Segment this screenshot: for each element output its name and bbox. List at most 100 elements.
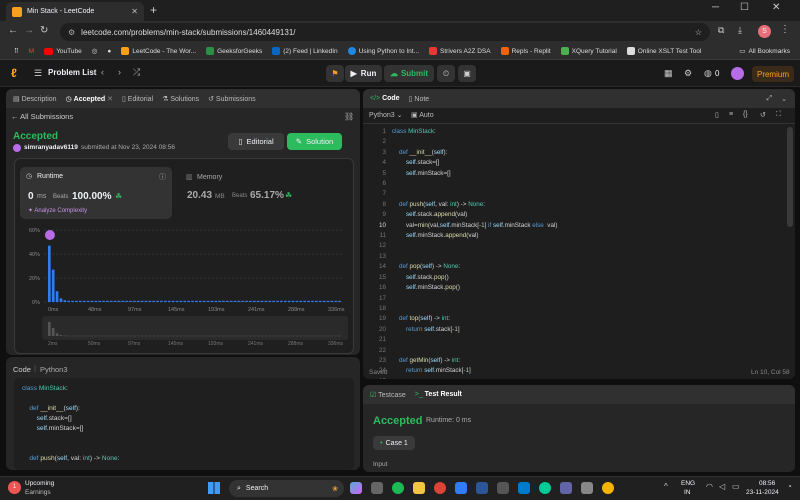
- volume-icon[interactable]: ◁: [719, 482, 725, 491]
- clock-time[interactable]: 08:56: [759, 480, 775, 487]
- panel-more-icon[interactable]: ⌄: [781, 95, 787, 103]
- prev-problem-icon[interactable]: ‹: [101, 67, 104, 77]
- code-line[interactable]: class MinStack:: [392, 127, 557, 137]
- gmail-icon[interactable]: M: [29, 48, 34, 55]
- code-line[interactable]: [392, 304, 557, 314]
- code-line[interactable]: return self.stack[-1]: [392, 325, 557, 335]
- problem-list-link[interactable]: Problem List: [48, 68, 96, 77]
- layout-icon[interactable]: ▦: [664, 68, 673, 79]
- browser-menu-icon[interactable]: ⋮: [780, 24, 790, 35]
- browser-tab[interactable]: Min Stack - LeetCode ✕: [6, 2, 144, 21]
- code-line[interactable]: [392, 189, 557, 199]
- spotify-icon[interactable]: [392, 482, 404, 494]
- close-window-icon[interactable]: ✕: [772, 2, 780, 13]
- problem-list-icon[interactable]: ☰: [34, 68, 42, 79]
- bookmark-linkedin[interactable]: (2) Feed | LinkedIn: [272, 47, 338, 55]
- case-1-button[interactable]: • Case 1: [373, 436, 415, 450]
- tab-editorial[interactable]: ▯ Editorial: [122, 95, 153, 103]
- extensions-icon[interactable]: ⧉: [718, 25, 724, 36]
- weather-icon[interactable]: 1: [8, 481, 21, 494]
- bookmark-icon[interactable]: ▯: [715, 111, 719, 119]
- wifi-icon[interactable]: ◠: [706, 482, 713, 491]
- code-line[interactable]: self.stack=[]: [392, 158, 557, 168]
- weather-title[interactable]: Upcoming: [25, 480, 54, 487]
- share-link-icon[interactable]: ⛓: [344, 112, 354, 121]
- reset-icon[interactable]: ↺: [760, 111, 766, 119]
- code-line[interactable]: self.minStack=[]: [392, 169, 557, 179]
- tab-description[interactable]: ▤ Description: [13, 95, 57, 103]
- code-line[interactable]: [392, 346, 557, 356]
- editorial-button[interactable]: ▯ Editorial: [228, 133, 284, 150]
- copilot-icon[interactable]: [350, 482, 362, 494]
- battery-icon[interactable]: ▭: [732, 482, 740, 491]
- code-line[interactable]: [392, 241, 557, 251]
- maximize-icon[interactable]: ☐: [740, 2, 749, 13]
- editor-code[interactable]: class MinStack: def __init__(self): self…: [392, 127, 557, 379]
- apps-icon[interactable]: ⠿: [14, 47, 19, 55]
- code-line[interactable]: self.stack.append(val): [392, 210, 557, 220]
- code-line[interactable]: [392, 335, 557, 345]
- code-line[interactable]: self.minStack.append(val): [392, 231, 557, 241]
- settings-icon[interactable]: ⚙: [684, 68, 692, 79]
- mail-icon[interactable]: [455, 482, 467, 494]
- code-line[interactable]: return self.minStack[-1]: [392, 366, 557, 376]
- auto-mode[interactable]: ▣ Auto: [411, 111, 434, 119]
- analyze-complexity-link[interactable]: ✦ Analyze Complexity: [28, 207, 87, 214]
- task-view-icon[interactable]: [371, 482, 383, 494]
- bookmark-python[interactable]: Using Python to Int...: [347, 47, 419, 55]
- vscode-icon[interactable]: [518, 482, 530, 494]
- word-icon[interactable]: [476, 482, 488, 494]
- premium-button[interactable]: Premium: [752, 66, 794, 82]
- edge-icon[interactable]: [539, 482, 551, 494]
- bookmark-star-icon[interactable]: ☆: [695, 28, 702, 37]
- profile-avatar[interactable]: S: [758, 25, 771, 38]
- tray-chevron-icon[interactable]: ^: [664, 482, 668, 491]
- language-select[interactable]: Python3 ⌄: [369, 111, 403, 119]
- teams-icon[interactable]: [560, 482, 572, 494]
- tab-testcase[interactable]: ☑ Testcase: [370, 391, 406, 399]
- streak-icon[interactable]: ◍: [704, 68, 712, 79]
- bookmark-replit[interactable]: Repls - Replit: [500, 47, 551, 55]
- scrollbar[interactable]: [787, 127, 793, 227]
- notifications-icon[interactable]: ◔: [787, 482, 792, 491]
- file-explorer-icon[interactable]: [413, 482, 425, 494]
- code-line[interactable]: val=min(val,self.minStack[-1] if self.mi…: [392, 221, 557, 231]
- chrome-icon[interactable]: [434, 482, 446, 494]
- site-info-icon[interactable]: ⚙: [68, 28, 75, 37]
- address-bar[interactable]: ⚙ leetcode.com/problems/min-stack/submis…: [60, 23, 710, 41]
- chrome-active-icon[interactable]: [602, 482, 614, 494]
- runtime-distribution-chart[interactable]: 60% 40% 20% 0% 0ms 48ms 97ms 145ms 193ms 241ms 288…: [14, 224, 354, 352]
- new-tab-icon[interactable]: +: [150, 3, 157, 17]
- tab-solutions[interactable]: ⚗ Solutions: [162, 95, 199, 103]
- braces-icon[interactable]: {}: [743, 111, 748, 118]
- code-editor[interactable]: 1234567891011121314151617181920212223242…: [363, 127, 795, 379]
- tab-submissions[interactable]: ↺ Submissions: [208, 95, 256, 103]
- run-button[interactable]: ▶ Run: [345, 65, 382, 82]
- code-line[interactable]: def getMin(self) -> int:: [392, 356, 557, 366]
- expand-icon[interactable]: ⤢: [767, 95, 773, 103]
- user-avatar[interactable]: [731, 67, 744, 80]
- submit-button[interactable]: ☁ Submit: [384, 65, 434, 82]
- chatgpt-icon[interactable]: ◎: [92, 47, 98, 55]
- all-submissions-link[interactable]: ← All Submissions: [11, 112, 73, 121]
- fullscreen-icon[interactable]: ⛶: [776, 111, 781, 119]
- memory-label[interactable]: Memory: [197, 174, 222, 181]
- start-icon[interactable]: [208, 482, 220, 494]
- code-line[interactable]: self.stack.pop(): [392, 273, 557, 283]
- tab-accepted[interactable]: ◷ Accepted ✕: [66, 95, 113, 103]
- code-line[interactable]: [392, 294, 557, 304]
- format-icon[interactable]: ≡: [729, 111, 733, 118]
- tab-note[interactable]: ▯ Note: [409, 95, 430, 103]
- taskbar-search[interactable]: ⌕ Search ❀: [229, 480, 344, 497]
- code-line[interactable]: [392, 252, 557, 262]
- back-icon[interactable]: ←: [8, 25, 18, 36]
- bookmark-gfg[interactable]: GeeksforGeeks: [206, 47, 262, 55]
- notes-icon[interactable]: ▣: [458, 65, 476, 82]
- runtime-card[interactable]: ◷ Runtime ⓘ 0 ms Beats 100.00% ☘ ✦ Analy…: [20, 167, 172, 219]
- minimize-icon[interactable]: ─: [712, 2, 719, 13]
- code-line[interactable]: [392, 179, 557, 189]
- store-icon[interactable]: [581, 482, 593, 494]
- code-line[interactable]: def pop(self) -> None:: [392, 262, 557, 272]
- terminal-icon[interactable]: [497, 482, 509, 494]
- submitter-name[interactable]: simranyadav6119: [24, 144, 78, 151]
